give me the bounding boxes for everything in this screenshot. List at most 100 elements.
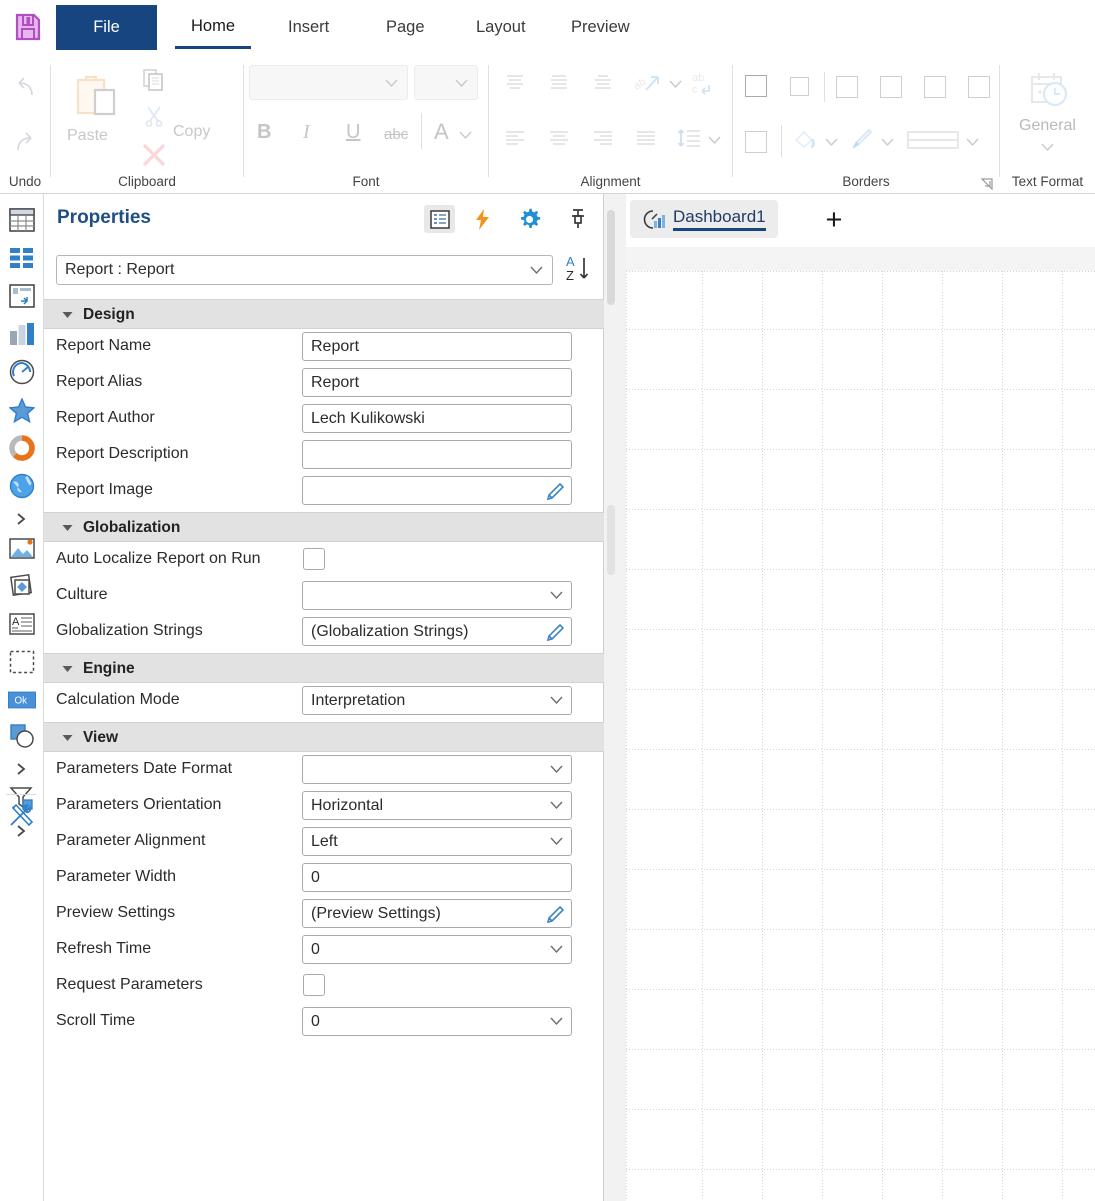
copy-label[interactable]: Copy [173,123,210,141]
list-view-button[interactable] [424,205,455,233]
chevron-down-icon[interactable] [708,136,721,145]
cut-icon[interactable] [141,103,167,129]
progress-donut-tool[interactable] [8,434,36,462]
border-bottom-icon[interactable] [968,76,990,98]
ribbon-tab-layout[interactable]: Layout [460,6,542,49]
shape-tool[interactable] [8,572,36,600]
redo-arrow-icon[interactable] [10,128,40,158]
ribbon-tab-insert[interactable]: Insert [272,6,345,49]
chevron-down-icon[interactable] [1041,143,1054,152]
indicator-star-tool[interactable] [8,396,36,424]
chevron-down-icon[interactable] [881,138,894,147]
dashboard-tab-dashboard1[interactable]: Dashboard1 [630,200,778,238]
border-top-icon[interactable] [880,76,902,98]
add-dashboard-tab-button[interactable]: + [818,204,850,236]
property-editor[interactable] [302,476,572,505]
properties-section-header-view[interactable]: View [44,722,604,752]
panel-scrollbar-thumb-secondary[interactable] [607,505,615,575]
property-select[interactable]: Interpretation [302,686,572,715]
property-select[interactable] [302,755,572,784]
chevron-down-icon[interactable] [459,131,472,140]
border-all-icon[interactable] [745,75,767,97]
text-format-value[interactable]: General [1000,117,1095,135]
bar-chart-tool[interactable] [8,320,36,348]
dashboard-canvas[interactable] [626,271,1095,1201]
edit-pencil-icon[interactable] [545,482,565,502]
pin-button[interactable] [562,205,593,233]
property-text-input[interactable]: Report [302,332,572,361]
text-direction-icon[interactable]: ab [631,69,663,97]
border-outline-icon[interactable] [745,131,767,153]
paste-icon[interactable] [68,69,124,125]
properties-list[interactable]: Design Report Name Report Report Alias Repor… [44,299,604,1201]
section-collapse-triangle-icon[interactable] [62,311,73,319]
property-select[interactable]: 0 [302,1007,572,1036]
property-select[interactable] [302,581,572,610]
line-spacing-icon[interactable] [675,125,703,151]
align-bottom-icon[interactable] [589,71,617,95]
properties-section-header-globalization[interactable]: Globalization [44,512,604,542]
borders-dialog-launcher[interactable] [980,177,993,191]
align-top-icon[interactable] [501,71,529,95]
font-size-select[interactable] [414,65,478,100]
copy-icon[interactable] [141,67,167,93]
property-editor[interactable]: (Globalization Strings) [302,617,572,646]
strikethrough-button[interactable]: abc [384,126,408,143]
border-none-icon[interactable] [790,77,809,96]
property-select[interactable]: 0 [302,935,572,964]
border-left-icon[interactable] [836,76,858,98]
ribbon-tab-page[interactable]: Page [370,6,441,49]
font-family-select[interactable] [249,65,408,100]
pivot-table-tool[interactable] [8,282,36,310]
edit-pencil-icon[interactable] [545,623,565,643]
sort-az-button[interactable]: A Z [562,252,594,286]
property-select[interactable]: Left [302,827,572,856]
properties-section-header-engine[interactable]: Engine [44,653,604,683]
events-button[interactable] [467,205,498,233]
edit-pencil-icon[interactable] [545,905,565,925]
border-color-brush-icon[interactable] [846,127,876,153]
italic-button[interactable]: I [303,121,310,144]
property-checkbox[interactable] [303,548,325,570]
ribbon-tab-file[interactable]: File [56,5,157,50]
object-selector[interactable]: Report : Report [56,255,553,285]
chevron-down-icon[interactable] [669,80,682,89]
underline-button[interactable]: U [346,121,360,144]
map-globe-tool[interactable] [8,472,36,500]
cards-grid-tool[interactable] [8,244,36,272]
section-collapse-triangle-icon[interactable] [62,734,73,742]
align-center-icon[interactable] [545,127,573,151]
paste-label[interactable]: Paste [67,127,108,145]
properties-section-header-design[interactable]: Design [44,299,604,329]
word-wrap-icon[interactable]: ab c [687,69,717,97]
calendar-clock-icon[interactable] [1024,69,1072,115]
section-collapse-triangle-icon[interactable] [62,665,73,673]
font-color-button[interactable]: A [434,119,449,145]
table-tool[interactable] [8,206,36,234]
align-right-icon[interactable] [589,127,617,151]
more-visuals-chevron-right-icon[interactable] [14,512,28,526]
square-circle-tool[interactable] [8,722,36,750]
align-middle-icon[interactable] [545,71,573,95]
property-text-input[interactable]: Lech Kulikowski [302,404,572,433]
ribbon-tab-home[interactable]: Home [175,6,252,49]
undo-arrow-icon[interactable] [10,73,40,103]
property-text-input[interactable]: 0 [302,863,572,892]
section-collapse-triangle-icon[interactable] [62,524,73,532]
delete-icon[interactable] [139,141,169,169]
chevron-down-icon[interactable] [825,138,838,147]
align-left-icon[interactable] [501,127,529,151]
property-text-input[interactable] [302,440,572,469]
save-floppy-icon[interactable] [14,12,42,42]
align-justify-icon[interactable] [632,127,660,151]
bold-button[interactable]: B [257,121,271,144]
border-style-icon[interactable] [905,127,961,153]
panel-tool[interactable] [8,648,36,676]
button-tool[interactable]: Ok [8,686,36,714]
ribbon-tab-preview[interactable]: Preview [555,6,646,49]
text-block-tool[interactable]: A [8,610,36,638]
property-text-input[interactable]: Report [302,368,572,397]
border-right-icon[interactable] [924,76,946,98]
settings-button[interactable] [514,205,545,233]
fill-color-icon[interactable] [791,127,819,153]
